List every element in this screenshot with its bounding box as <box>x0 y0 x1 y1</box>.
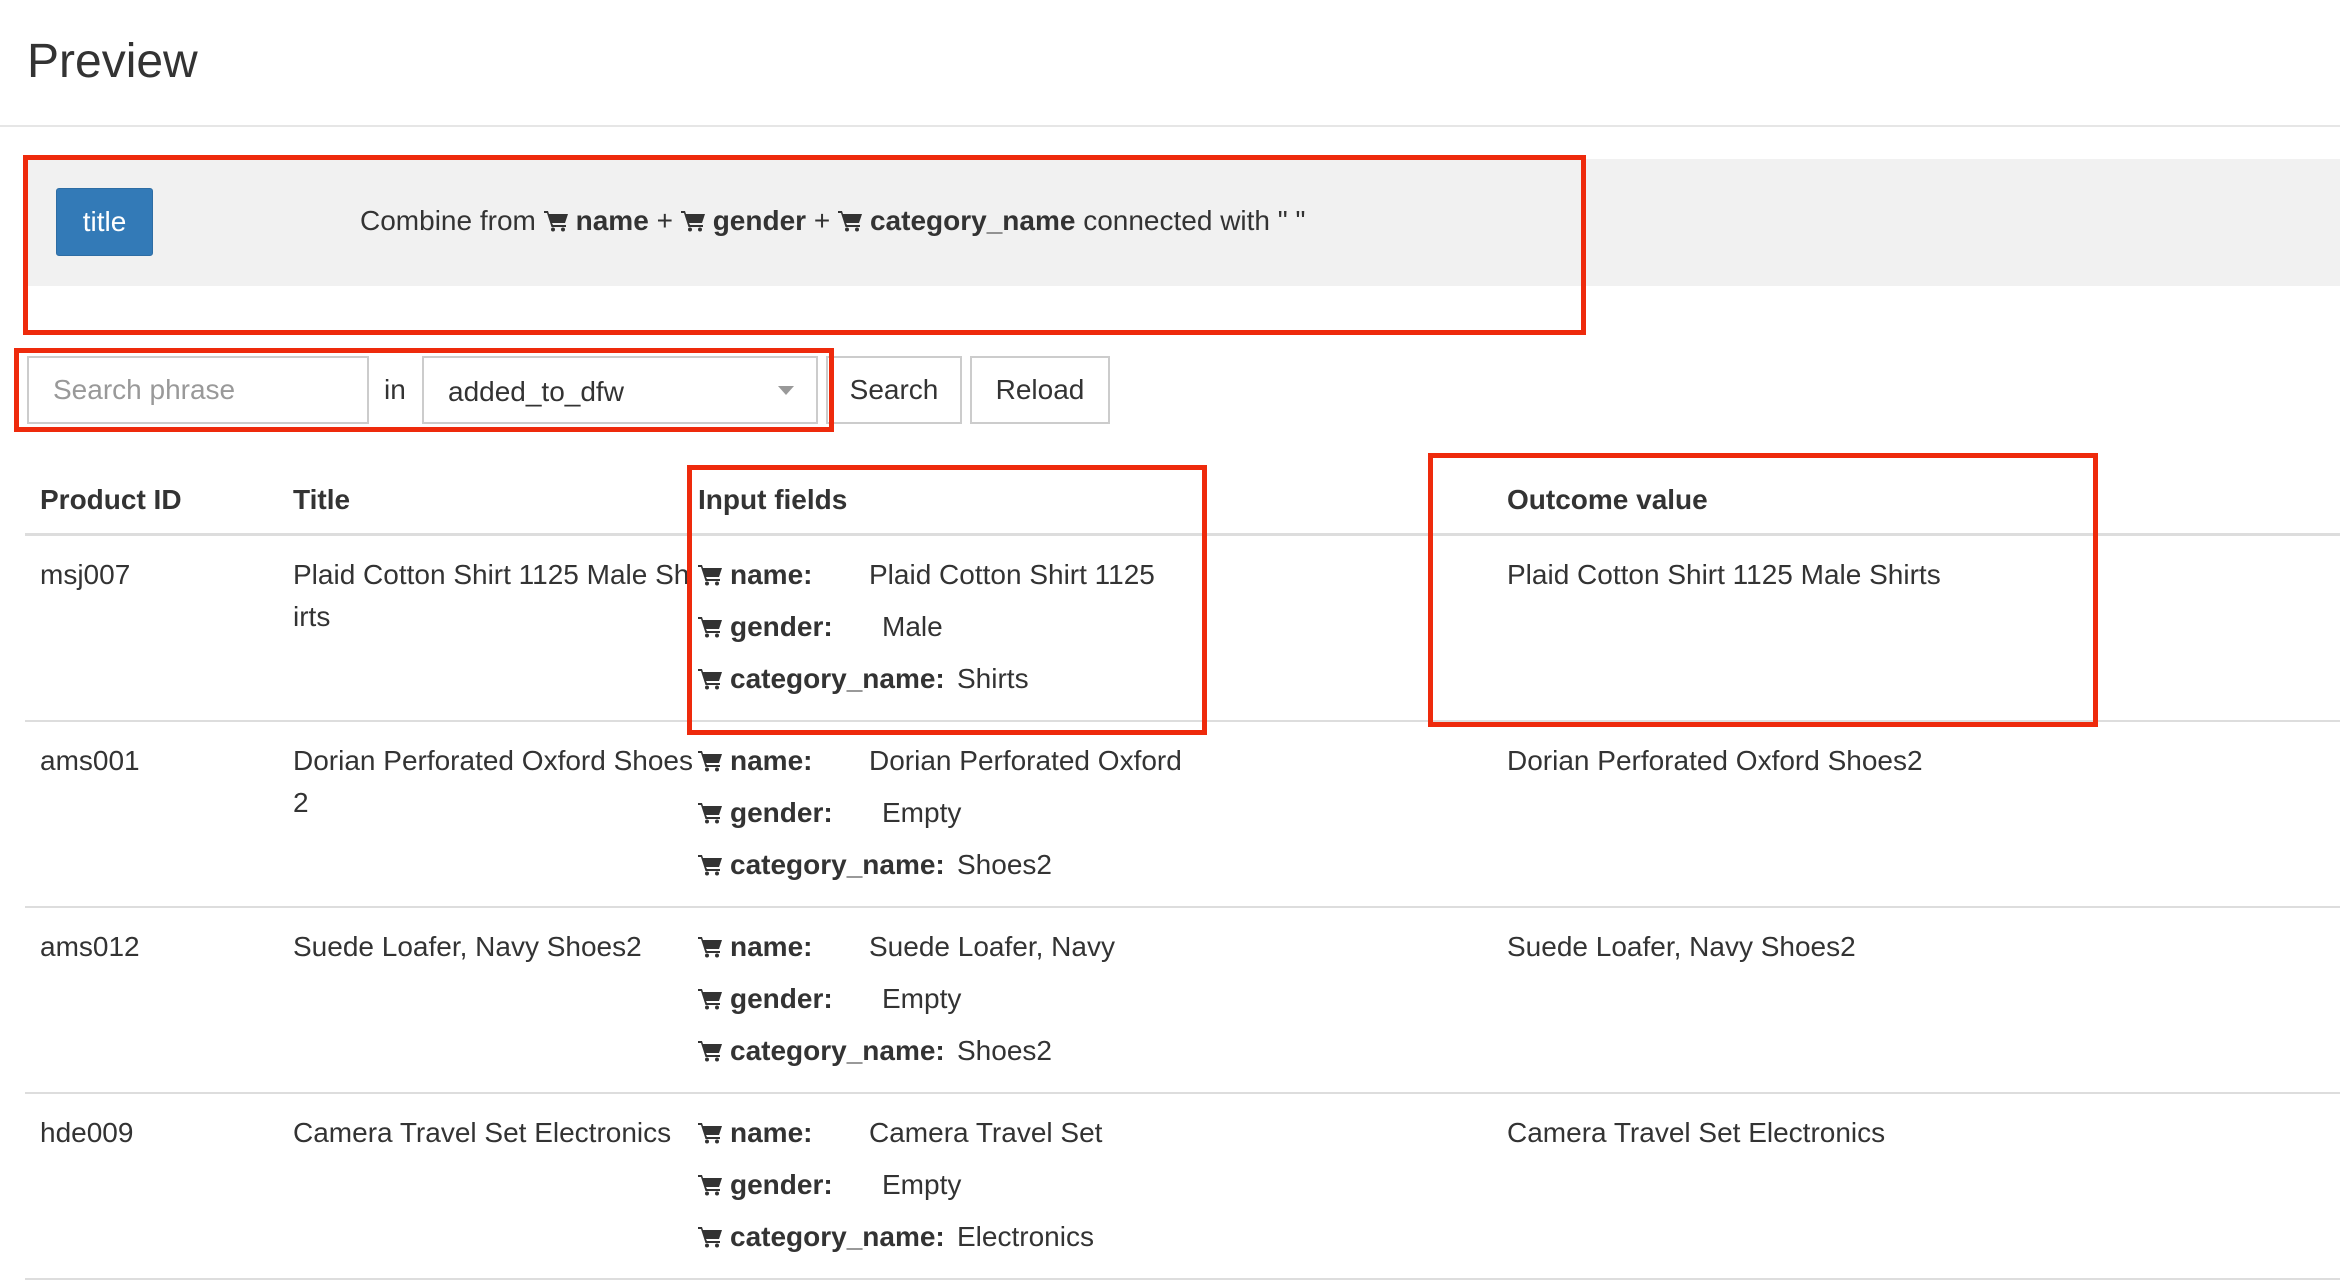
shopping-cart-icon <box>698 936 724 958</box>
title-cell: Camera Travel Set Electronics <box>293 1117 672 1148</box>
field-category-name-line: category_name: Shirts <box>698 658 1029 710</box>
field-label: gender: <box>730 983 833 1014</box>
field-value: Electronics <box>957 1221 1094 1252</box>
rule-plus: + <box>813 205 831 236</box>
field-value: Shoes2 <box>957 1035 1052 1066</box>
shopping-cart-icon <box>698 988 724 1010</box>
shopping-cart-icon <box>543 210 570 232</box>
field-label: category_name: <box>730 663 945 694</box>
search-input[interactable] <box>27 356 369 424</box>
table-row: hde009 Camera Travel Set Electronics nam… <box>25 1094 2340 1280</box>
title-cell: Plaid Cotton Shirt 1125 Male Shirts <box>293 559 690 632</box>
field-label: category_name: <box>730 1221 945 1252</box>
column-header-outcome-value: Outcome value <box>1507 484 1708 515</box>
field-category-name-line: category_name: Shoes2 <box>698 1030 1052 1082</box>
rule-field-category-name: category_name <box>869 205 1076 236</box>
field-category-name-line: category_name: Electronics <box>698 1216 1094 1268</box>
combine-rule-text: Combine from name + gender + category_na… <box>360 201 1305 241</box>
chevron-down-icon <box>778 386 794 395</box>
product-id-cell: msj007 <box>40 559 131 590</box>
field-value: Empty <box>882 983 962 1014</box>
rule-suffix: connected with " " <box>1083 205 1306 236</box>
column-header-product-id: Product ID <box>40 484 182 515</box>
field-value: Suede Loafer, Navy <box>869 931 1115 962</box>
input-fields-cell: name: Plaid Cotton Shirt 1125 gender: Male… <box>698 554 1155 710</box>
rule-field-name: name <box>575 205 649 236</box>
column-header-input-fields: Input fields <box>698 484 848 515</box>
title-cell: Suede Loafer, Navy Shoes2 <box>293 931 642 962</box>
input-fields-cell: name: Dorian Perforated Oxford gender: Emp… <box>698 740 1182 896</box>
product-id-cell: ams012 <box>40 931 140 962</box>
field-gender-line: gender: Empty <box>698 1164 961 1216</box>
shopping-cart-icon <box>698 1226 724 1248</box>
field-label: category_name: <box>730 849 945 880</box>
field-label: name: <box>730 559 813 590</box>
field-value: Shirts <box>957 663 1029 694</box>
search-button[interactable]: Search <box>826 356 962 424</box>
field-name-line: name: Camera Travel Set <box>698 1112 1102 1164</box>
product-id-cell: ams001 <box>40 745 140 776</box>
field-label: gender: <box>730 1169 833 1200</box>
field-value: Shoes2 <box>957 849 1052 880</box>
field-label: name: <box>730 745 813 776</box>
table-row: ams001 Dorian Perforated Oxford Shoes2 n… <box>25 722 2340 908</box>
table-row: ams012 Suede Loafer, Navy Shoes2 name: Su… <box>25 908 2340 1094</box>
reload-button[interactable]: Reload <box>970 356 1110 424</box>
product-id-cell: hde009 <box>40 1117 134 1148</box>
shopping-cart-icon <box>698 616 724 638</box>
field-gender-line: gender: Empty <box>698 792 961 844</box>
rule-prefix: Combine from <box>360 205 536 236</box>
table-header: Product ID Title Input fields Outcome va… <box>25 472 2340 536</box>
shopping-cart-icon <box>698 668 724 690</box>
shopping-cart-icon <box>698 750 724 772</box>
page-title: Preview <box>27 35 198 88</box>
field-label: gender: <box>730 797 833 828</box>
field-value: Plaid Cotton Shirt 1125 <box>869 559 1155 590</box>
field-gender-line: gender: Empty <box>698 978 961 1030</box>
shopping-cart-icon <box>698 564 724 586</box>
title-cell: Dorian Perforated Oxford Shoes2 <box>293 745 693 818</box>
shopping-cart-icon <box>698 1122 724 1144</box>
outcome-value-cell: Plaid Cotton Shirt 1125 Male Shirts <box>1507 559 1941 590</box>
outcome-value-cell: Camera Travel Set Electronics <box>1507 1117 1886 1148</box>
field-value: Empty <box>882 797 962 828</box>
input-fields-cell: name: Suede Loafer, Navy gender: Empty cat… <box>698 926 1115 1082</box>
input-fields-cell: name: Camera Travel Set gender: Empty cate… <box>698 1112 1102 1268</box>
field-category-name-line: category_name: Shoes2 <box>698 844 1052 896</box>
field-name-line: name: Plaid Cotton Shirt 1125 <box>698 554 1155 606</box>
field-value: Dorian Perforated Oxford <box>869 745 1182 776</box>
field-name-line: name: Suede Loafer, Navy <box>698 926 1115 978</box>
shopping-cart-icon <box>698 854 724 876</box>
rule-plus: + <box>656 205 673 236</box>
field-value: Empty <box>882 1169 962 1200</box>
field-label: name: <box>730 1117 813 1148</box>
scope-select-value: added_to_dfw <box>448 376 624 407</box>
in-label: in <box>384 374 406 405</box>
field-value: Male <box>882 611 943 642</box>
shopping-cart-icon <box>698 802 724 824</box>
scope-select[interactable]: added_to_dfw <box>422 356 818 424</box>
page-header: Preview <box>0 0 2340 127</box>
column-header-title: Title <box>293 484 351 515</box>
title-field-button[interactable]: title <box>56 188 153 256</box>
shopping-cart-icon <box>698 1040 724 1062</box>
shopping-cart-icon <box>698 1174 724 1196</box>
outcome-value-cell: Suede Loafer, Navy Shoes2 <box>1507 931 1856 962</box>
field-name-line: name: Dorian Perforated Oxford <box>698 740 1182 792</box>
field-label: gender: <box>730 611 833 642</box>
shopping-cart-icon <box>837 210 864 232</box>
outcome-value-cell: Dorian Perforated Oxford Shoes2 <box>1507 745 1923 776</box>
field-label: category_name: <box>730 1035 945 1066</box>
rule-field-gender: gender <box>712 205 807 236</box>
field-gender-line: gender: Male <box>698 606 945 658</box>
preview-page: Preview title Combine from name + gender… <box>0 0 2340 1286</box>
shopping-cart-icon <box>680 210 707 232</box>
field-value: Camera Travel Set <box>869 1117 1103 1148</box>
table-row: msj007 Plaid Cotton Shirt 1125 Male Shir… <box>25 536 2340 722</box>
field-label: name: <box>730 931 813 962</box>
